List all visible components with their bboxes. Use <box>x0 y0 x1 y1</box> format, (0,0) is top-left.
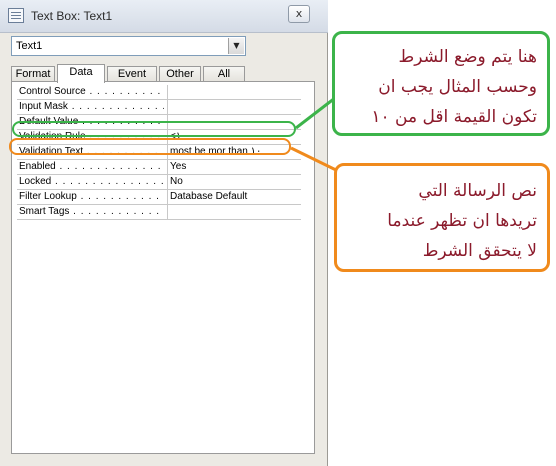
object-selector[interactable]: Text1 ▼ <box>11 36 246 56</box>
chevron-down-icon[interactable]: ▼ <box>228 38 244 54</box>
validation-rule-highlight <box>12 121 296 137</box>
property-label: Input Mask . . . . . . . . . . . . . . <box>19 101 164 112</box>
property-sheet-window: Text Box: Text1 x Text1 ▼ Format Data Ev… <box>0 0 328 466</box>
property-row-control-source[interactable]: Control Source . . . . . . . . . . . <box>17 85 301 100</box>
callout-line: تكون القيمة اقل من ١٠ <box>371 107 537 127</box>
property-label: Filter Lookup . . . . . . . . . . . . . <box>19 191 164 202</box>
property-row-locked[interactable]: Locked . . . . . . . . . . . . . . . . .… <box>17 175 301 190</box>
property-value[interactable]: No <box>167 175 299 189</box>
object-selector-value: Text1 <box>16 40 43 52</box>
window-title: Text Box: Text1 <box>31 9 113 23</box>
tab-data[interactable]: Data <box>57 64 105 83</box>
tab-all[interactable]: All <box>203 66 245 82</box>
tab-event[interactable]: Event <box>107 66 157 82</box>
property-value[interactable] <box>167 85 299 99</box>
property-label: Enabled . . . . . . . . . . . . . . . . <box>19 161 164 172</box>
tab-bar: Format Data Event Other All <box>11 64 251 83</box>
validation-text-callout: نص الرسالة التي تريدها ان تظهر عندما لا … <box>334 163 550 272</box>
property-value[interactable] <box>167 100 299 114</box>
property-label: Locked . . . . . . . . . . . . . . . . . <box>19 176 164 187</box>
close-button[interactable]: x <box>288 5 310 23</box>
property-value[interactable]: Yes <box>167 160 299 174</box>
property-row-enabled[interactable]: Enabled . . . . . . . . . . . . . . . . … <box>17 160 301 175</box>
tab-format[interactable]: Format <box>11 66 55 82</box>
property-value[interactable]: Database Default <box>167 190 299 204</box>
property-label: Control Source . . . . . . . . . . . <box>19 86 164 97</box>
callout-line: وحسب المثال يجب ان <box>378 77 537 97</box>
callout-line: تريدها ان تظهر عندما <box>387 211 537 231</box>
callout-line: لا يتحقق الشرط <box>422 241 537 261</box>
callout-line: هنا يتم وضع الشرط <box>398 47 537 67</box>
tab-other[interactable]: Other <box>159 66 201 82</box>
property-label: Smart Tags . . . . . . . . . . . . . . <box>19 206 164 217</box>
property-value[interactable] <box>167 205 299 219</box>
validation-text-highlight <box>9 138 291 155</box>
property-row-smart-tags[interactable]: Smart Tags . . . . . . . . . . . . . . <box>17 205 301 220</box>
validation-rule-callout: هنا يتم وضع الشرط وحسب المثال يجب ان تكو… <box>332 31 550 136</box>
property-sheet-icon <box>8 8 24 23</box>
property-row-input-mask[interactable]: Input Mask . . . . . . . . . . . . . . <box>17 100 301 115</box>
property-row-filter-lookup[interactable]: Filter Lookup . . . . . . . . . . . . . … <box>17 190 301 205</box>
title-bar[interactable]: Text Box: Text1 x <box>0 0 328 33</box>
callout-line: نص الرسالة التي <box>418 181 537 201</box>
